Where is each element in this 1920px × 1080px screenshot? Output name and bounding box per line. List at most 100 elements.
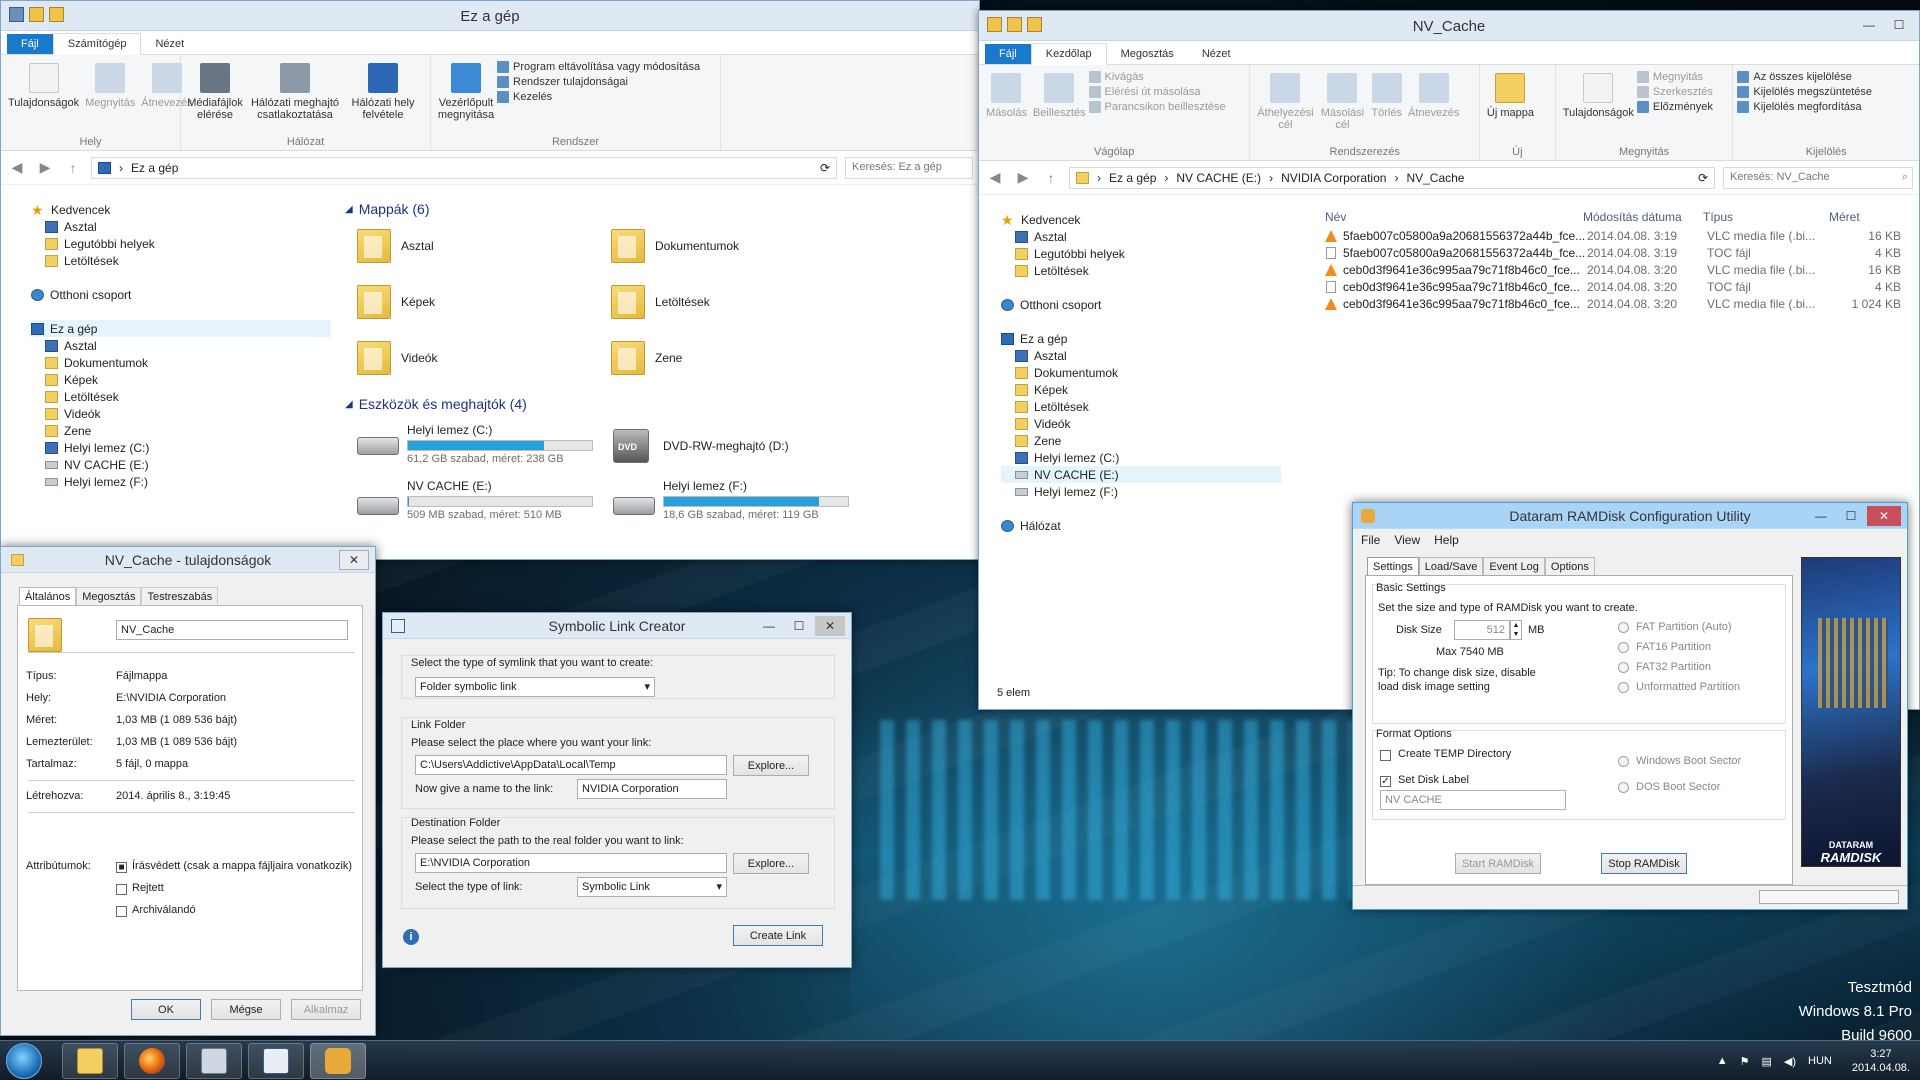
network-icon[interactable]: ▤ [1762, 1055, 1772, 1068]
open-button[interactable]: Megnyitás [1636, 71, 1713, 83]
cut-button[interactable]: Kivágás [1088, 71, 1226, 83]
nav-music[interactable]: Zene [31, 422, 331, 439]
nav-drive-c[interactable]: Helyi lemez (C:) [31, 439, 331, 456]
partition-fat32-radio[interactable] [1618, 662, 1629, 673]
nav-this-pc[interactable]: Ez a gép [1001, 330, 1271, 347]
taskbar-ramdisk[interactable] [310, 1043, 366, 1079]
search-input[interactable]: Keresés: NV_Cache ⌕ [1723, 166, 1913, 189]
nav-documents[interactable]: Dokumentumok [31, 354, 331, 371]
column-size[interactable]: Méret [1829, 210, 1899, 224]
nav-this-pc[interactable]: Ez a gép [31, 320, 331, 337]
table-row[interactable]: 5faeb007c05800a9a20681556372a44b_fce... 2… [1321, 227, 1911, 244]
tab-computer[interactable]: Számítógép [52, 33, 142, 55]
minimize-button[interactable]: — [1855, 15, 1883, 35]
invert-selection-button[interactable]: Kijelölés megfordítása [1737, 101, 1872, 113]
taskbar-symlink[interactable] [248, 1043, 304, 1079]
tab-file[interactable]: Fájl [7, 34, 53, 54]
partition-unformatted-radio[interactable] [1618, 682, 1629, 693]
title-bar[interactable]: Ez a gép [1, 1, 979, 31]
nav-pictures[interactable]: Képek [31, 371, 331, 388]
column-type[interactable]: Típus [1703, 210, 1829, 224]
explore-destination-button[interactable]: Explore... [733, 853, 809, 874]
paste-shortcut-button[interactable]: Parancsikon beillesztése [1088, 101, 1226, 113]
close-button[interactable]: ✕ [339, 550, 369, 570]
disk-size-input[interactable]: 512 [1454, 620, 1510, 640]
tray-expand-icon[interactable]: ▲ [1717, 1055, 1728, 1067]
input-language[interactable]: HUN [1808, 1055, 1832, 1067]
folder-documents[interactable]: Dokumentumok [611, 229, 739, 263]
nav-homegroup[interactable]: Otthoni csoport [31, 286, 331, 303]
nav-desktop[interactable]: Asztal [31, 218, 331, 235]
refresh-icon[interactable]: ⟳ [820, 161, 830, 175]
create-link-button[interactable]: Create Link [733, 925, 823, 946]
ok-button[interactable]: OK [131, 999, 201, 1020]
nav-drive-c[interactable]: Helyi lemez (C:) [1001, 449, 1271, 466]
breadcrumb-this-pc[interactable]: Ez a gép [1109, 171, 1156, 185]
nav-favorites[interactable]: ★ Kedvencek [1001, 211, 1271, 228]
forward-arrow-icon[interactable]: ▶ [1013, 169, 1033, 186]
nav-drive-e[interactable]: NV CACHE (E:) [31, 456, 331, 473]
tab-settings[interactable]: Settings [1367, 557, 1419, 576]
disk-size-spinner[interactable]: ▲ ▼ [1510, 620, 1522, 640]
readonly-checkbox[interactable]: ■ [116, 862, 127, 873]
uninstall-program-button[interactable]: Program eltávolítása vagy módosítása [497, 61, 700, 73]
folder-downloads[interactable]: Letöltések [611, 285, 710, 319]
nav-recent[interactable]: Legutóbbi helyek [31, 235, 331, 252]
breadcrumb-nvidia[interactable]: NVIDIA Corporation [1281, 171, 1386, 185]
nav-homegroup[interactable]: Otthoni csoport [1001, 296, 1271, 313]
start-ramdisk-button[interactable]: Start RAMDisk [1455, 853, 1541, 874]
nav-downloads-2[interactable]: Letöltések [1001, 398, 1271, 415]
link-folder-input[interactable]: C:\Users\Addictive\AppData\Local\Temp [415, 755, 727, 775]
symlink-type-select[interactable]: Folder symbolic link [415, 677, 655, 697]
minimize-button[interactable]: — [1807, 506, 1835, 526]
forward-arrow-icon[interactable]: ▶ [35, 159, 55, 176]
tab-sharing[interactable]: Megosztás [76, 587, 142, 606]
dos-boot-radio[interactable] [1618, 782, 1629, 793]
nav-drive-f[interactable]: Helyi lemez (F:) [31, 473, 331, 490]
archive-checkbox[interactable] [116, 906, 127, 917]
menu-help[interactable]: Help [1434, 533, 1459, 547]
manage-button[interactable]: Kezelés [497, 91, 700, 103]
taskbar-firefox[interactable] [124, 1043, 180, 1079]
folders-section-header[interactable]: ◢ Mappák (6) [345, 201, 430, 217]
table-row[interactable]: ceb0d3f9641e36c995aa79c71f8b46c0_fce... 2… [1321, 261, 1911, 278]
address-bar[interactable]: › Ez a gép › NV CACHE (E:) › NVIDIA Corp… [1069, 166, 1715, 189]
link-type-select[interactable]: Symbolic Link [577, 877, 727, 897]
nav-recent[interactable]: Legutóbbi helyek [1001, 245, 1271, 262]
drive-d[interactable]: DVD-RW-meghajtó (D:) [663, 439, 789, 453]
nav-downloads[interactable]: Letöltések [1001, 262, 1271, 279]
folder-pictures[interactable]: Képek [357, 285, 435, 319]
folder-name-input[interactable]: NV_Cache [116, 620, 348, 640]
drive-f[interactable]: Helyi lemez (F:) 18,6 GB szabad, méret: 1… [663, 479, 849, 521]
table-row[interactable]: ceb0d3f9641e36c995aa79c71f8b46c0_fce... 2… [1321, 295, 1911, 312]
breadcrumb-nv-cache[interactable]: NV_Cache [1406, 171, 1464, 185]
title-bar[interactable]: Dataram RAMDisk Configuration Utility — … [1353, 503, 1907, 529]
up-arrow-icon[interactable]: ↑ [1041, 170, 1061, 186]
start-button[interactable] [6, 1043, 42, 1079]
system-properties-button[interactable]: Rendszer tulajdonságai [497, 76, 700, 88]
volume-icon[interactable]: ◀) [1784, 1055, 1796, 1068]
title-bar[interactable]: NV_Cache — ☐ [979, 11, 1919, 41]
back-arrow-icon[interactable]: ◀ [7, 159, 27, 176]
hidden-checkbox[interactable] [116, 884, 127, 895]
menu-file[interactable]: File [1361, 533, 1380, 547]
drive-e[interactable]: NV CACHE (E:) 509 MB szabad, méret: 510 M… [407, 479, 593, 521]
table-row[interactable]: 5faeb007c05800a9a20681556372a44b_fce... 2… [1321, 244, 1911, 261]
menu-view[interactable]: View [1394, 533, 1420, 547]
taskbar-app-3[interactable] [186, 1043, 242, 1079]
tab-options[interactable]: Options [1544, 557, 1595, 576]
folder-videos[interactable]: Videók [357, 341, 437, 375]
nav-pictures[interactable]: Képek [1001, 381, 1271, 398]
nav-videos[interactable]: Videók [31, 405, 331, 422]
breadcrumb-this-pc[interactable]: Ez a gép [131, 161, 178, 175]
refresh-icon[interactable]: ⟳ [1698, 171, 1708, 185]
windows-boot-radio[interactable] [1618, 756, 1629, 767]
link-name-input[interactable]: NVIDIA Corporation [577, 779, 727, 799]
apply-button[interactable]: Alkalmaz [291, 999, 361, 1020]
nav-desktop-2[interactable]: Asztal [1001, 347, 1271, 364]
nav-network[interactable]: Hálózat [1001, 517, 1271, 534]
tab-file[interactable]: Fájl [985, 44, 1031, 64]
tab-customize[interactable]: Testreszabás [141, 587, 219, 606]
cancel-button[interactable]: Mégse [211, 999, 281, 1020]
back-arrow-icon[interactable]: ◀ [985, 169, 1005, 186]
